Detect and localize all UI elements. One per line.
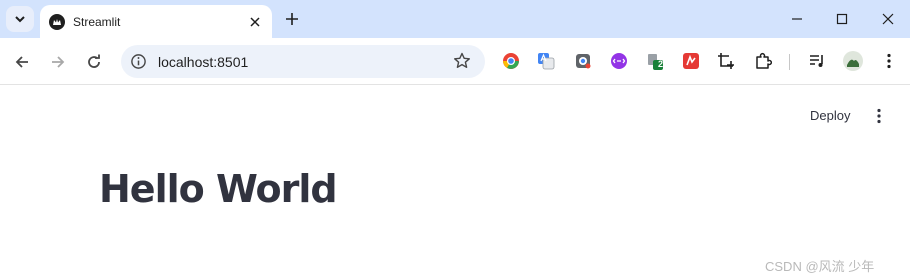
translate-extension-icon[interactable] (537, 52, 555, 70)
reload-icon (88, 54, 100, 68)
close-window-button[interactable] (878, 9, 898, 29)
new-tab-button[interactable] (282, 9, 302, 29)
chevron-down-icon (15, 16, 25, 23)
profile-avatar[interactable] (843, 51, 863, 71)
crop-extension-icon[interactable] (717, 52, 735, 70)
tab-title: Streamlit (73, 14, 121, 29)
browser-tab[interactable]: Streamlit (40, 5, 272, 38)
streamlit-favicon-icon (49, 13, 65, 30)
screenshot-extension-icon[interactable] (574, 52, 592, 70)
badge-extension-icon[interactable]: 2 (646, 52, 664, 70)
reading-list-icon[interactable] (808, 52, 826, 70)
forward-button[interactable] (47, 51, 69, 73)
minimize-icon (792, 18, 802, 20)
page-heading: Hello World (99, 167, 338, 211)
deploy-button[interactable]: Deploy (802, 105, 858, 127)
tab-close-icon[interactable] (246, 13, 264, 31)
extension-badge: 2 (658, 59, 664, 69)
red-extension-icon[interactable] (682, 52, 700, 70)
url-text: localhost:8501 (158, 54, 249, 70)
tab-strip: Streamlit (0, 0, 910, 38)
back-button[interactable] (11, 51, 33, 73)
maximize-icon (836, 13, 848, 25)
minimize-button[interactable] (787, 9, 807, 29)
arrow-right-icon (52, 56, 65, 68)
more-vertical-icon (877, 108, 881, 124)
address-bar[interactable]: localhost:8501 (121, 45, 485, 78)
close-icon (882, 13, 894, 25)
plus-icon (286, 13, 298, 25)
reload-button[interactable] (83, 51, 105, 73)
chrome-extension-icon[interactable] (502, 52, 520, 70)
tab-search-button[interactable] (6, 6, 34, 32)
purple-extension-icon[interactable] (610, 52, 628, 70)
browser-menu-icon[interactable] (880, 52, 898, 70)
browser-toolbar: localhost:8501 2 (0, 38, 910, 85)
site-info-icon[interactable] (130, 53, 147, 70)
arrow-left-icon (15, 56, 28, 68)
bookmark-star-icon[interactable] (453, 52, 471, 70)
profile-avatar-icon (847, 59, 859, 67)
extensions-puzzle-icon[interactable] (754, 52, 772, 70)
maximize-button[interactable] (832, 9, 852, 29)
app-menu-button[interactable] (870, 106, 888, 126)
watermark: CSDN @风流 少年 (765, 259, 875, 274)
toolbar-separator (789, 54, 790, 70)
